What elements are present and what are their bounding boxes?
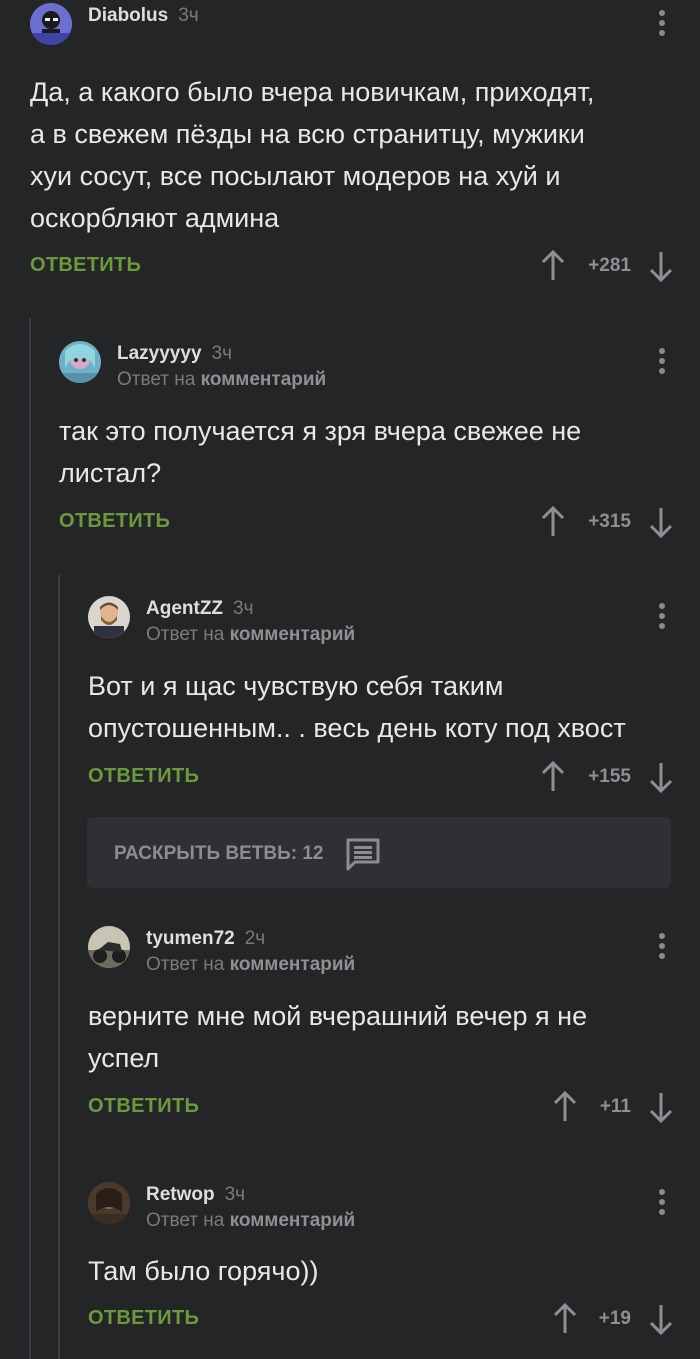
comment-text-line: Вот и я щас чувствую себя таким (88, 671, 504, 701)
rating-score: +19 (598, 1308, 631, 1329)
comment-actions: ОТВЕТИТЬ +11 (88, 1087, 674, 1127)
comment-text-line: листал? (59, 458, 162, 488)
rating-score: +315 (588, 511, 631, 532)
author-name[interactable]: tyumen72 2ч (146, 928, 265, 950)
comment: tyumen72 2ч Ответ на комментарий верните … (88, 926, 674, 1126)
expand-branch-button[interactable]: РАСКРЫТЬ ВЕТВЬ: 12 (87, 817, 671, 888)
reply-button[interactable]: ОТВЕТИТЬ (88, 1095, 199, 1118)
comment-text-line: успел (88, 1043, 160, 1073)
downvote-icon[interactable] (648, 506, 674, 538)
avatar[interactable] (59, 341, 101, 383)
more-menu-icon[interactable] (652, 345, 672, 377)
comment-time: 2ч (244, 928, 266, 949)
comment-time: 3ч (224, 1184, 246, 1205)
comment-actions: ОТВЕТИТЬ +281 (30, 246, 674, 286)
reply-to-prefix: Ответ на (146, 624, 225, 645)
comment: Diabolus 3ч Да, а какого было вчера нович… (30, 3, 674, 293)
avatar[interactable] (30, 3, 72, 45)
rating: +19 (550, 1299, 674, 1339)
reply-button[interactable]: ОТВЕТИТЬ (30, 254, 141, 277)
reply-button[interactable]: ОТВЕТИТЬ (88, 765, 199, 788)
comment-actions: ОТВЕТИТЬ +315 (59, 502, 674, 542)
comment-time: 3ч (233, 598, 254, 619)
comment-actions: ОТВЕТИТЬ +19 (88, 1299, 674, 1339)
more-menu-icon[interactable] (652, 600, 672, 632)
author-name-text[interactable]: Retwop (146, 1184, 215, 1205)
comment-time: 3ч (211, 343, 232, 364)
comments-icon (345, 837, 381, 871)
more-menu-icon[interactable] (652, 1186, 672, 1218)
author-name-text[interactable]: tyumen72 (146, 928, 235, 949)
upvote-icon[interactable] (540, 761, 566, 793)
reply-button[interactable]: ОТВЕТИТЬ (59, 510, 170, 533)
more-menu-icon[interactable] (652, 930, 672, 962)
comment-text: так это получается я зря вчера свежее не… (59, 410, 581, 494)
thread-line-level-1 (29, 318, 31, 1359)
comment-header: Lazyyyyy 3ч Ответ на комментарий (59, 341, 674, 391)
reply-to: Ответ на комментарий (146, 954, 355, 976)
reply-to: Ответ на комментарий (146, 1210, 355, 1232)
reply-to-link[interactable]: комментарий (230, 954, 356, 975)
author-name[interactable]: Diabolus 3ч (88, 5, 199, 27)
author-name[interactable]: Lazyyyyy 3ч (117, 343, 232, 365)
comment-text-line: Да, а какого было вчера новичкам, приход… (30, 77, 595, 107)
rating-score: +11 (599, 1096, 631, 1117)
rating-score: +281 (588, 255, 631, 276)
comment-text: Там было горячо)) (88, 1250, 318, 1292)
comment-text-line: опустошенным.. . весь день коту под хвос… (88, 713, 626, 743)
upvote-icon[interactable] (552, 1303, 578, 1335)
comment-text: Да, а какого было вчера новичкам, приход… (30, 71, 594, 239)
upvote-icon[interactable] (540, 506, 566, 538)
upvote-icon[interactable] (552, 1091, 578, 1123)
comment-text-line: оскорбляют админа (30, 203, 280, 233)
comment-actions: ОТВЕТИТЬ +155 (88, 757, 674, 797)
rating: +155 (538, 757, 674, 797)
reply-to-prefix: Ответ на (146, 954, 225, 975)
author-name[interactable]: Retwop 3ч (146, 1184, 245, 1206)
comment-text-line: хуи сосут, все посылают модеров на хуй и (30, 161, 561, 191)
downvote-icon[interactable] (648, 1303, 674, 1335)
comment-header: tyumen72 2ч Ответ на комментарий (88, 926, 674, 976)
comment-text: верните мне мой вчерашний вечер я не усп… (88, 995, 587, 1079)
reply-to: Ответ на комментарий (146, 624, 355, 646)
rating: +315 (538, 502, 674, 542)
author-name[interactable]: AgentZZ 3ч (146, 598, 254, 620)
reply-to: Ответ на комментарий (117, 369, 326, 391)
comment: AgentZZ 3ч Ответ на комментарий Вот и я щ… (88, 596, 674, 796)
reply-to-link[interactable]: комментарий (201, 369, 327, 390)
comment: Retwop 3ч Ответ на комментарий Там было г… (88, 1182, 674, 1352)
rating: +11 (550, 1087, 674, 1127)
comment-text: Вот и я щас чувствую себя таким опустоше… (88, 665, 626, 749)
reply-button[interactable]: ОТВЕТИТЬ (88, 1307, 199, 1330)
comment-text-line: верните мне мой вчерашний вечер я не (88, 1001, 588, 1031)
author-name-text[interactable]: Diabolus (88, 5, 168, 26)
avatar[interactable] (88, 596, 130, 638)
reply-to-link[interactable]: комментарий (230, 1210, 356, 1231)
reply-to-prefix: Ответ на (146, 1210, 225, 1231)
comment-text-line: так это получается я зря вчера свежее не (59, 416, 582, 446)
downvote-icon[interactable] (648, 761, 674, 793)
downvote-icon[interactable] (648, 250, 674, 282)
more-menu-icon[interactable] (652, 7, 672, 39)
thread-line-level-2 (58, 575, 60, 1359)
downvote-icon[interactable] (648, 1091, 674, 1123)
rating-score: +155 (588, 766, 631, 787)
reply-to-prefix: Ответ на (117, 369, 196, 390)
comment: Lazyyyyy 3ч Ответ на комментарий так это … (59, 341, 674, 541)
comment-text-line: Там было горячо)) (88, 1256, 319, 1286)
comment-header: Retwop 3ч Ответ на комментарий (88, 1182, 674, 1232)
comment-header: Diabolus 3ч (30, 3, 674, 51)
rating: +281 (538, 246, 674, 286)
avatar[interactable] (88, 926, 130, 968)
avatar[interactable] (88, 1182, 130, 1224)
comment-header: AgentZZ 3ч Ответ на комментарий (88, 596, 674, 646)
expand-branch-label: РАСКРЫТЬ ВЕТВЬ: 12 (114, 843, 324, 864)
reply-to-link[interactable]: комментарий (230, 624, 356, 645)
author-name-text[interactable]: Lazyyyyy (117, 343, 202, 364)
upvote-icon[interactable] (540, 250, 566, 282)
author-name-text[interactable]: AgentZZ (146, 598, 223, 619)
comment-time: 3ч (178, 5, 199, 26)
comment-text-line: а в свежем пёзды на всю странитцу, мужик… (30, 119, 585, 149)
